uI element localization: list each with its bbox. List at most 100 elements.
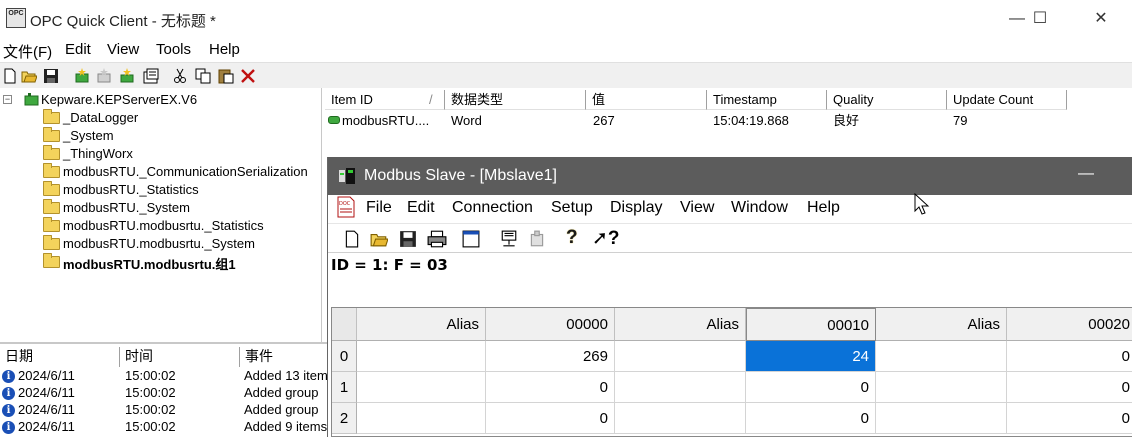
- menu-file[interactable]: 文件(F): [3, 41, 52, 62]
- new-server-icon[interactable]: [74, 68, 90, 84]
- delete-icon[interactable]: [240, 68, 256, 84]
- menu-setup[interactable]: Setup: [551, 199, 593, 217]
- alias-cell[interactable]: [876, 341, 1007, 372]
- column-header-alias[interactable]: Alias: [357, 308, 486, 341]
- register-cell[interactable]: 0: [746, 372, 876, 403]
- alias-cell[interactable]: [357, 372, 486, 403]
- tree-item-label: _System: [63, 128, 114, 143]
- new-icon[interactable]: [2, 68, 18, 84]
- context-help-icon[interactable]: ➚?: [592, 227, 620, 250]
- menu-connection[interactable]: Connection: [452, 199, 533, 217]
- register-cell[interactable]: 0: [1007, 341, 1132, 372]
- column-header-alias[interactable]: Alias: [876, 308, 1007, 341]
- register-cell[interactable]: 0: [486, 403, 615, 434]
- menu-window[interactable]: Window: [731, 199, 788, 217]
- folder-icon: [43, 127, 60, 142]
- menu-help[interactable]: Help: [209, 41, 240, 58]
- open-icon[interactable]: [370, 230, 388, 248]
- menu-view[interactable]: View: [107, 41, 139, 58]
- copy-icon[interactable]: [195, 68, 211, 84]
- item-tag-icon: [328, 116, 340, 124]
- minimize-icon[interactable]: —: [1078, 165, 1094, 183]
- open-icon[interactable]: [21, 68, 37, 84]
- menu-view[interactable]: View: [680, 199, 714, 217]
- list-item[interactable]: i 2024/6/11 15:00:02 Added 13 item: [0, 368, 330, 385]
- event-date: 2024/6/11: [18, 368, 75, 383]
- column-header-timestamp[interactable]: Timestamp: [707, 90, 827, 110]
- row-header[interactable]: 1: [332, 372, 357, 403]
- register-cell[interactable]: 0: [1007, 403, 1132, 434]
- cut-icon[interactable]: [172, 68, 188, 84]
- alias-cell[interactable]: [876, 372, 1007, 403]
- column-header-item-id[interactable]: Item ID /: [325, 90, 445, 110]
- server-tree: − Kepware.KEPServerEX.V6 _DataLogger _Sy…: [0, 88, 322, 342]
- save-icon[interactable]: [43, 68, 59, 84]
- alias-cell[interactable]: [615, 372, 746, 403]
- list-item[interactable]: i 2024/6/11 15:00:02 Added group: [0, 385, 330, 402]
- desktop: OPC OPC Quick Client - 无标题 * — ☐ ✕ 文件(F)…: [0, 0, 1132, 437]
- cell-item-id: modbusRTU....: [342, 113, 430, 128]
- register-cell[interactable]: 0: [1007, 372, 1132, 403]
- alias-cell[interactable]: [876, 403, 1007, 434]
- modbus-toolbar: ? ➚?: [328, 223, 1132, 253]
- event-time: 15:00:02: [125, 402, 176, 417]
- info-icon: i: [2, 387, 15, 400]
- alias-cell[interactable]: [615, 403, 746, 434]
- column-header-date[interactable]: 日期: [0, 347, 120, 367]
- event-text: Added 13 item: [244, 368, 328, 383]
- event-time: 15:00:02: [125, 385, 176, 400]
- menu-edit[interactable]: Edit: [65, 41, 91, 58]
- modbus-title-bar[interactable]: Modbus Slave - [Mbslave1] —: [328, 157, 1132, 195]
- paste-icon[interactable]: [218, 68, 234, 84]
- alias-cell[interactable]: [357, 341, 486, 372]
- tree-item-label: modbusRTU.modbusrtu._Statistics: [63, 218, 264, 233]
- help-icon[interactable]: ?: [566, 227, 578, 249]
- alias-cell[interactable]: [357, 403, 486, 434]
- close-icon[interactable]: ✕: [1078, 0, 1124, 38]
- tree-item-label: modbusRTU.modbusrtu.组1: [63, 257, 236, 272]
- window-icon[interactable]: [462, 230, 480, 248]
- register-cell-selected[interactable]: 24: [746, 341, 876, 372]
- menu-display[interactable]: Display: [610, 199, 662, 217]
- print-icon[interactable]: [427, 230, 447, 248]
- column-header-address[interactable]: 00000: [486, 308, 615, 341]
- folder-icon: [43, 217, 60, 232]
- column-header-address[interactable]: 00010: [746, 308, 876, 341]
- column-header-address[interactable]: 00020: [1007, 308, 1132, 341]
- column-header-type[interactable]: 数据类型: [445, 90, 586, 110]
- menu-edit[interactable]: Edit: [407, 199, 435, 217]
- column-header-quality[interactable]: Quality: [827, 90, 947, 110]
- column-header-value[interactable]: 值: [586, 90, 707, 110]
- row-header[interactable]: 0: [332, 341, 357, 372]
- row-header[interactable]: 2: [332, 403, 357, 434]
- opc-title-bar[interactable]: OPC OPC Quick Client - 无标题 * — ☐ ✕: [0, 0, 1132, 38]
- register-cell[interactable]: 0: [746, 403, 876, 434]
- register-cell[interactable]: 269: [486, 341, 615, 372]
- opc-app-icon: OPC: [6, 8, 26, 28]
- collapse-icon[interactable]: −: [3, 95, 12, 104]
- column-header-update-count[interactable]: Update Count: [947, 90, 1067, 110]
- document-icon[interactable]: DOC: [336, 196, 356, 218]
- properties-icon[interactable]: [143, 68, 159, 84]
- list-item[interactable]: i 2024/6/11 15:00:02 Added group: [0, 402, 330, 419]
- list-item[interactable]: i 2024/6/11 15:00:02 Added 9 items: [0, 419, 330, 436]
- event-time: 15:00:02: [125, 368, 176, 383]
- column-header-event[interactable]: 事件: [240, 347, 330, 367]
- tree-item-label: modbusRTU.modbusrtu._System: [63, 236, 255, 251]
- new-icon[interactable]: [343, 230, 361, 248]
- event-text: Added 9 items: [244, 419, 328, 434]
- alias-cell[interactable]: [615, 341, 746, 372]
- save-icon[interactable]: [399, 230, 417, 248]
- cell-type: Word: [451, 113, 482, 128]
- new-group-icon[interactable]: [96, 68, 112, 84]
- disconnect-icon[interactable]: [528, 230, 546, 248]
- column-header-alias[interactable]: Alias: [615, 308, 746, 341]
- menu-help[interactable]: Help: [807, 199, 840, 217]
- connect-icon[interactable]: [500, 230, 518, 248]
- maximize-icon[interactable]: ☐: [1017, 0, 1063, 38]
- new-item-icon[interactable]: [119, 68, 135, 84]
- menu-file[interactable]: File: [366, 199, 392, 217]
- column-header-time[interactable]: 时间: [120, 347, 240, 367]
- register-cell[interactable]: 0: [486, 372, 615, 403]
- menu-tools[interactable]: Tools: [156, 41, 191, 58]
